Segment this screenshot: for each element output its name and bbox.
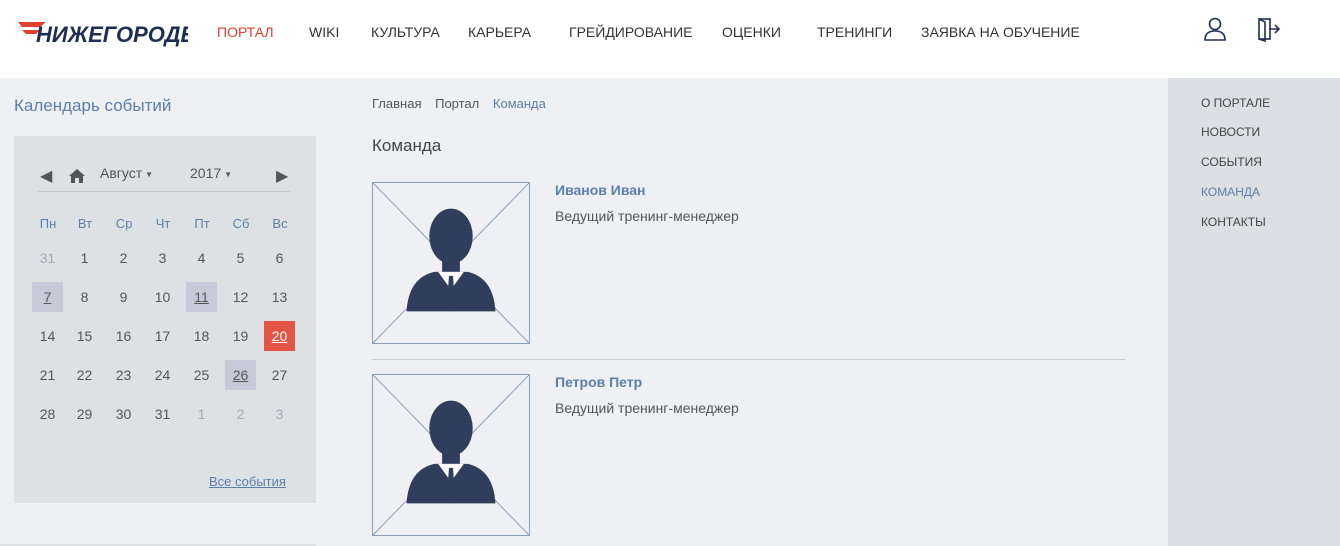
team-member-name[interactable]: Иванов Иван [555, 182, 646, 198]
nav-item-wiki[interactable]: WIKI [309, 24, 339, 40]
nav-item-career[interactable]: КАРЬЕРА [468, 24, 531, 40]
calendar-day[interactable]: 26 [225, 360, 256, 390]
weekday-label: Вс [272, 216, 288, 231]
calendar-day[interactable]: 7 [32, 282, 63, 312]
calendar-day[interactable]: 11 [186, 282, 217, 312]
calendar-day[interactable]: 12 [225, 282, 256, 312]
chevron-down-icon: ▼ [145, 169, 154, 179]
calendar-day[interactable]: 21 [32, 360, 63, 390]
side-menu-team[interactable]: КОМАНДА [1201, 185, 1260, 199]
calendar-title: Календарь событий [14, 96, 172, 115]
breadcrumb-home[interactable]: Главная [372, 96, 421, 111]
calendar-day[interactable]: 16 [108, 321, 139, 351]
calendar-day[interactable]: 24 [147, 360, 178, 390]
home-icon[interactable] [68, 168, 86, 184]
nav-item-trainings[interactable]: ТРЕНИНГИ [817, 24, 892, 40]
side-menu-contacts[interactable]: КОНТАКТЫ [1201, 215, 1266, 229]
weekday-label: Пт [194, 216, 210, 231]
weekday-label: Ср [115, 216, 133, 231]
calendar-day[interactable]: 5 [225, 243, 256, 273]
chevron-down-icon: ▼ [224, 169, 233, 179]
calendar-day[interactable]: 13 [264, 282, 295, 312]
calendar-day[interactable]: 30 [108, 399, 139, 429]
avatar-placeholder-icon[interactable] [372, 182, 530, 344]
calendar-day[interactable]: 3 [147, 243, 178, 273]
calendar-header: ◀ Август ▼ 2017 ▼ ▶ [38, 162, 290, 192]
calendar-day[interactable]: 1 [186, 399, 217, 429]
calendar-day[interactable]: 4 [186, 243, 217, 273]
year-select[interactable]: 2017 ▼ [190, 165, 232, 181]
logout-icon[interactable] [1256, 16, 1282, 42]
calendar-day[interactable]: 18 [186, 321, 217, 351]
side-menu-news[interactable]: НОВОСТИ [1201, 125, 1260, 139]
weekday-label: Чт [155, 216, 171, 231]
next-month-icon[interactable]: ▶ [276, 166, 288, 186]
calendar-day[interactable]: 3 [264, 399, 295, 429]
breadcrumb-portal[interactable]: Портал [435, 96, 479, 111]
calendar-day[interactable]: 28 [32, 399, 63, 429]
nav-item-assessments[interactable]: ОЦЕНКИ [722, 24, 781, 40]
calendar-day[interactable]: 20 [264, 321, 295, 351]
all-events-link[interactable]: Все события [209, 474, 286, 489]
calendar-day[interactable]: 2 [108, 243, 139, 273]
calendar-day[interactable]: 29 [69, 399, 100, 429]
calendar-day[interactable]: 1 [69, 243, 100, 273]
nav-item-training-request[interactable]: ЗАЯВКА НА ОБУЧЕНИЕ [921, 24, 1080, 40]
card-divider [372, 359, 1126, 360]
team-member-name[interactable]: Петров Петр [555, 374, 642, 390]
calendar-day[interactable]: 31 [32, 243, 63, 273]
right-sidebar [1168, 78, 1340, 546]
side-menu-about[interactable]: О ПОРТАЛЕ [1201, 96, 1270, 110]
logo-text: НИЖЕГОРОДЕЦ [36, 22, 188, 47]
page-title: Команда [372, 136, 442, 155]
calendar-day[interactable]: 31 [147, 399, 178, 429]
calendar-day[interactable]: 2 [225, 399, 256, 429]
weekday-label: Пн [39, 216, 57, 231]
nav-item-culture[interactable]: КУЛЬТУРА [371, 24, 440, 40]
top-header: НИЖЕГОРОДЕЦ ПОРТАЛ WIKI КУЛЬТУРА КАРЬЕРА… [0, 0, 1340, 78]
calendar-day[interactable]: 25 [186, 360, 217, 390]
breadcrumb: Главная Портал Команда [372, 96, 556, 111]
calendar-day[interactable]: 19 [225, 321, 256, 351]
calendar-day[interactable]: 10 [147, 282, 178, 312]
user-icon[interactable] [1202, 16, 1228, 42]
calendar-day[interactable]: 8 [69, 282, 100, 312]
calendar-day[interactable]: 14 [32, 321, 63, 351]
calendar-widget: ◀ Август ▼ 2017 ▼ ▶ Пн Вт Ср Чт Пт Сб Вс 3… [14, 136, 316, 503]
breadcrumb-current[interactable]: Команда [493, 96, 546, 111]
team-member-card: Иванов Иван Ведущий тренинг-менеджер [372, 182, 1126, 346]
side-menu-events[interactable]: СОБЫТИЯ [1201, 155, 1262, 169]
weekday-label: Сб [232, 216, 250, 231]
team-member-role: Ведущий тренинг-менеджер [555, 400, 739, 416]
nizhegorodets-logo[interactable]: НИЖЕГОРОДЕЦ [16, 14, 188, 48]
team-member-role: Ведущий тренинг-менеджер [555, 208, 739, 224]
calendar-day[interactable]: 9 [108, 282, 139, 312]
month-select[interactable]: Август ▼ [100, 165, 153, 181]
calendar-day[interactable]: 15 [69, 321, 100, 351]
weekday-label: Вт [77, 216, 93, 231]
team-member-card: Петров Петр Ведущий тренинг-менеджер [372, 374, 1126, 538]
avatar-placeholder-icon[interactable] [372, 374, 530, 536]
calendar-day[interactable]: 17 [147, 321, 178, 351]
nav-item-portal[interactable]: ПОРТАЛ [217, 24, 274, 40]
calendar-day[interactable]: 22 [69, 360, 100, 390]
prev-month-icon[interactable]: ◀ [40, 166, 52, 186]
calendar-day[interactable]: 27 [264, 360, 295, 390]
nav-item-grading[interactable]: ГРЕЙДИРОВАНИЕ [569, 24, 693, 40]
calendar-day[interactable]: 23 [108, 360, 139, 390]
calendar-day[interactable]: 6 [264, 243, 295, 273]
